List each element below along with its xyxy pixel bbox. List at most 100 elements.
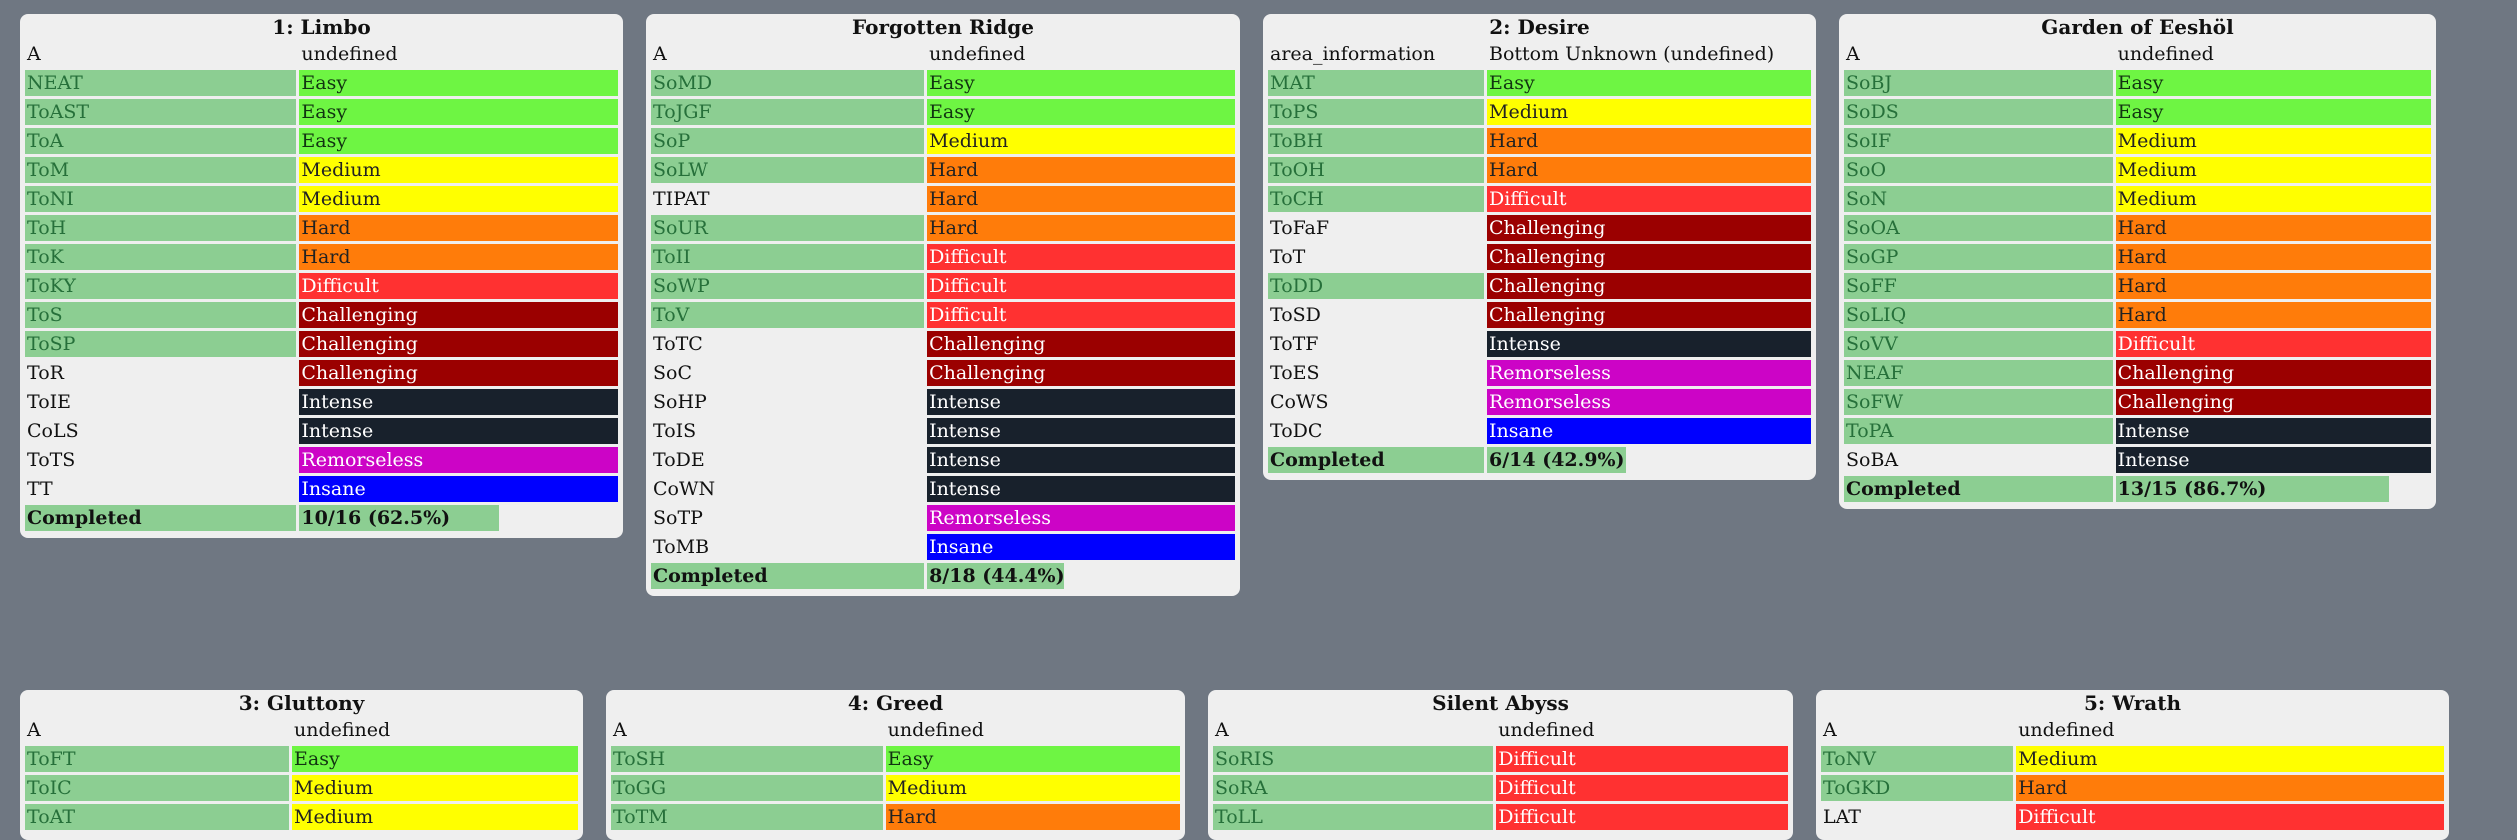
difficulty-cell: Hard (927, 186, 1235, 212)
difficulty-cell: Challenging (1487, 273, 1811, 299)
table-row: ToMB Insane (651, 534, 1235, 560)
challenge-name: ToAST (25, 99, 297, 125)
difficulty-cell: Medium (2016, 746, 2444, 772)
panel-title: Garden of Eeshöl (2041, 15, 2234, 39)
challenge-name: ToTS (27, 449, 76, 471)
challenge-name: ToV (651, 302, 925, 328)
challenge-name: ToK (25, 244, 297, 270)
challenge-name: SoFF (1844, 273, 2113, 299)
completed-progress: 10/16 (62.5%) (299, 505, 618, 531)
panel-title: 3: Gluttony (238, 691, 365, 715)
panel-greed: 4: Greed Aundefined ToSH Easy ToGG Medium ToTM… (606, 690, 1185, 840)
table-row: ToV Difficult (651, 302, 1235, 328)
area-table: Aundefined ToFT Easy ToIC Medium ToAT Medium (22, 714, 581, 833)
difficulty-cell: Challenging (927, 331, 1235, 357)
challenge-name: SoFW (1844, 389, 2113, 415)
challenge-name: SoN (1844, 186, 2113, 212)
difficulty-cell: Remorseless (1487, 360, 1811, 386)
difficulty-cell: Easy (927, 99, 1235, 125)
table-row: ToCH Difficult (1268, 186, 1811, 212)
completed-label: Completed (1268, 447, 1484, 473)
challenge-name: ToT (1270, 246, 1306, 268)
difficulty-cell: Hard (927, 215, 1235, 241)
completed-row: Completed 6/14 (42.9%) (1268, 447, 1811, 473)
table-row: ToR Challenging (25, 360, 618, 386)
table-row: ToM Medium (25, 157, 618, 183)
table-row: SoLIQ Hard (1844, 302, 2431, 328)
table-row: ToAT Medium (25, 804, 578, 830)
table-row: SoDS Easy (1844, 99, 2431, 125)
table-header-row: area_information Bottom Unknown (undefine… (1268, 41, 1811, 67)
header-column-a: A (1823, 719, 1837, 741)
challenge-name: ToGG (611, 775, 883, 801)
challenge-name: SoTP (653, 507, 703, 529)
panel-gluttony: 3: Gluttony Aundefined ToFT Easy ToIC Medium T… (20, 690, 583, 840)
difficulty-cell: Hard (885, 804, 1180, 830)
table-row: SoN Medium (1844, 186, 2431, 212)
table-row: ToT Challenging (1268, 244, 1811, 270)
challenge-name: SoLIQ (1844, 302, 2113, 328)
challenge-name: ToIS (653, 420, 697, 442)
challenge-name: ToMB (653, 536, 710, 558)
challenge-name: ToR (27, 362, 64, 384)
area-table: Aundefined ToNV Medium ToGKD Hard LAT Difficul… (1818, 714, 2447, 833)
challenge-name: ToKY (25, 273, 297, 299)
challenge-name: ToM (25, 157, 297, 183)
header-column-b: undefined (929, 43, 1026, 65)
challenge-name: SoO (1844, 157, 2113, 183)
challenge-name: ToFT (25, 746, 289, 772)
panel-silent-abyss: Silent Abyss Aundefined SoRIS Difficult SoRA… (1208, 690, 1793, 840)
table-row: ToSD Challenging (1268, 302, 1811, 328)
panel-title: 2: Desire (1489, 15, 1590, 39)
difficulty-cell: Medium (292, 775, 578, 801)
challenge-name: MAT (1268, 70, 1484, 96)
table-row: ToH Hard (25, 215, 618, 241)
table-row: ToOH Hard (1268, 157, 1811, 183)
completed-text: 6/14 (42.9%) (1489, 449, 1625, 471)
challenge-name: ToOH (1268, 157, 1484, 183)
challenge-name: ToDD (1268, 273, 1484, 299)
completed-label: Completed (1844, 476, 2113, 502)
difficulty-cell: Remorseless (1487, 389, 1811, 415)
header-column-b: undefined (1498, 719, 1595, 741)
difficulty-cell: Medium (2115, 128, 2431, 154)
table-row: ToDC Insane (1268, 418, 1811, 444)
table-row: CoWN Intense (651, 476, 1235, 502)
table-row: ToTS Remorseless (25, 447, 618, 473)
challenge-name: ToTF (1270, 333, 1319, 355)
area-table: area_information Bottom Unknown (undefine… (1265, 38, 1814, 476)
header-column-a: A (27, 719, 41, 741)
table-header-row: Aundefined (611, 717, 1180, 743)
table-row: ToLL Difficult (1213, 804, 1788, 830)
challenge-name: SoRA (1213, 775, 1494, 801)
difficulty-cell: Intense (299, 389, 618, 415)
table-row: ToTF Intense (1268, 331, 1811, 357)
challenge-name: SoP (651, 128, 925, 154)
challenge-name: ToLL (1213, 804, 1494, 830)
difficulty-cell: Hard (299, 244, 618, 270)
table-header-row: Aundefined (1844, 41, 2431, 67)
table-header-row: Aundefined (1821, 717, 2444, 743)
completed-label: Completed (651, 563, 925, 589)
difficulty-cell: Challenging (2115, 389, 2431, 415)
difficulty-cell: Easy (292, 746, 578, 772)
difficulty-cell: Challenging (1487, 302, 1811, 328)
table-row: ToFT Easy (25, 746, 578, 772)
table-row: LAT Difficult (1821, 804, 2444, 830)
difficulty-cell: Challenging (1487, 244, 1811, 270)
table-row: ToFaF Challenging (1268, 215, 1811, 241)
header-column-b: undefined (887, 719, 984, 741)
challenge-name: SoBA (1846, 449, 1899, 471)
challenge-name: ToII (651, 244, 925, 270)
table-row: SoHP Intense (651, 389, 1235, 415)
difficulty-cell: Easy (2115, 99, 2431, 125)
table-row: SoMD Easy (651, 70, 1235, 96)
difficulty-cell: Insane (927, 534, 1235, 560)
challenge-name: ToFaF (1270, 217, 1330, 239)
header-column-a: A (653, 43, 667, 65)
difficulty-cell: Hard (2115, 273, 2431, 299)
table-row: ToIS Intense (651, 418, 1235, 444)
completed-row: Completed 8/18 (44.4%) (651, 563, 1235, 589)
challenge-name: NEAF (1844, 360, 2113, 386)
difficulty-cell: Hard (1487, 128, 1811, 154)
